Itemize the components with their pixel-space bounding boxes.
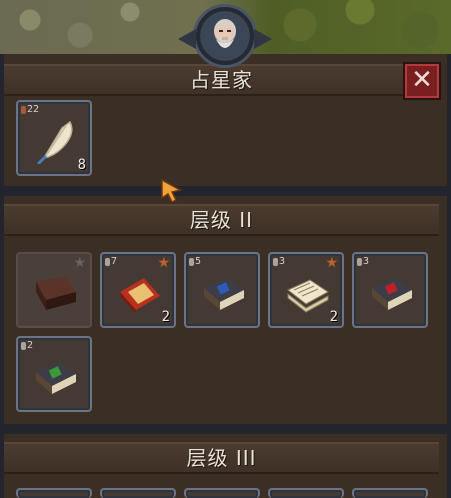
item-slot-red-book-open[interactable]: 7 ★ 2 bbox=[100, 252, 176, 328]
green-gem-book-icon bbox=[36, 362, 76, 394]
item-slot-blue-gem-book[interactable]: 5 bbox=[184, 252, 260, 328]
level-badge: 5 bbox=[189, 256, 201, 267]
tier-iii-header: 层级 III bbox=[4, 442, 439, 474]
item-count: 2 bbox=[161, 309, 170, 325]
item-slot-locked-book[interactable]: ★ bbox=[16, 252, 92, 328]
red-gem-book-icon bbox=[372, 278, 412, 310]
red-open-book-icon bbox=[120, 278, 160, 314]
blue-gem-book-icon bbox=[204, 278, 244, 310]
item-slot-green-gem-book[interactable]: 2 bbox=[16, 336, 92, 412]
level-badge: 2 bbox=[21, 340, 33, 351]
item-slot-partial[interactable] bbox=[100, 488, 176, 498]
star-icon: ★ bbox=[157, 255, 170, 271]
item-slot-partial[interactable] bbox=[16, 488, 92, 498]
item-slot-partial[interactable] bbox=[352, 488, 428, 498]
item-slot-paper-stack[interactable]: 3 ★ 2 bbox=[268, 252, 344, 328]
item-slot-partial[interactable] bbox=[268, 488, 344, 498]
brown-book-icon bbox=[36, 276, 76, 310]
star-icon: ★ bbox=[325, 255, 338, 271]
section-divider bbox=[0, 186, 451, 196]
feather-quill-icon bbox=[36, 120, 73, 164]
star-icon: ★ bbox=[73, 255, 86, 271]
npc-portrait bbox=[193, 4, 257, 68]
level-badge: 7 bbox=[105, 256, 117, 267]
item-count: 2 bbox=[329, 309, 338, 325]
close-icon: ✕ bbox=[411, 65, 433, 95]
paper-stack-icon bbox=[287, 279, 329, 313]
level-badge: 22 bbox=[21, 104, 39, 115]
pointer-cursor-icon bbox=[160, 178, 186, 204]
item-slot-feather[interactable]: 22 8 bbox=[16, 100, 92, 176]
item-count: 8 bbox=[77, 157, 86, 173]
section-divider bbox=[0, 424, 451, 434]
tier-ii-header: 层级 II bbox=[4, 204, 439, 236]
item-slot-red-gem-book[interactable]: 3 bbox=[352, 252, 428, 328]
old-man-face-icon bbox=[214, 19, 236, 48]
level-badge: 3 bbox=[357, 256, 369, 267]
level-badge: 3 bbox=[273, 256, 285, 267]
close-button[interactable]: ✕ bbox=[405, 64, 439, 98]
item-slot-partial[interactable] bbox=[184, 488, 260, 498]
panel-title: 占星家 bbox=[4, 64, 439, 96]
